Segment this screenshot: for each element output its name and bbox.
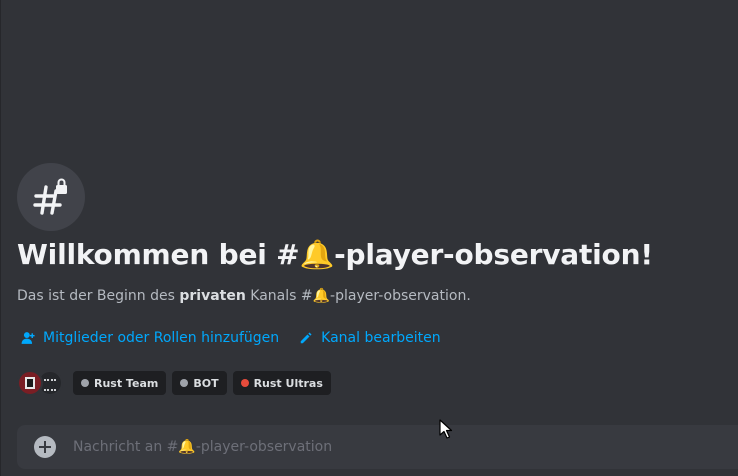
- role-pill-rust-ultras[interactable]: Rust Ultras: [232, 371, 331, 395]
- role-color-dot: [180, 379, 189, 387]
- welcome-title: Willkommen bei #🔔-player-observation!: [17, 238, 653, 271]
- welcome-subtitle-private: privaten: [179, 288, 246, 304]
- add-members-label: Mitglieder oder Rollen hinzufügen: [43, 330, 280, 346]
- role-name: Rust Team: [94, 376, 159, 390]
- edit-channel-label: Kanal bearbeiten: [321, 330, 441, 346]
- role-color-dot: [81, 379, 89, 387]
- pencil-icon: [300, 332, 312, 344]
- role-color-dot: [240, 379, 249, 387]
- avatar-2-image: [44, 379, 56, 391]
- role-name: Rust Ultras: [253, 376, 323, 390]
- role-pill-rust-team[interactable]: Rust Team: [73, 371, 167, 395]
- mouse-cursor-icon: [439, 419, 453, 439]
- welcome-subtitle-prefix: Das ist der Beginn des: [17, 288, 180, 304]
- add-members-button[interactable]: Mitglieder oder Rollen hinzufügen: [21, 330, 279, 346]
- welcome-subtitle-suffix: Kanals #🔔-player-observation.: [245, 288, 471, 304]
- welcome-subtitle: Das ist der Beginn des privaten Kanals #…: [17, 288, 471, 304]
- message-input[interactable]: [73, 436, 673, 458]
- private-channel-icon: [17, 163, 85, 231]
- role-pill-bot[interactable]: BOT: [172, 371, 227, 395]
- member-role-row: Rust Team BOT Rust Ultras: [17, 370, 331, 396]
- role-list: Rust Team BOT Rust Ultras: [73, 371, 331, 395]
- avatar-1-image: [25, 377, 35, 389]
- plus-icon: [39, 441, 51, 453]
- hash-lock-icon: [33, 178, 67, 215]
- window-edge: [0, 0, 1, 476]
- role-name: BOT: [193, 376, 219, 390]
- message-composer: [17, 425, 738, 469]
- channel-actions: Mitglieder oder Rollen hinzufügen Kanal …: [21, 330, 441, 346]
- edit-channel-button[interactable]: Kanal bearbeiten: [299, 330, 441, 346]
- member-avatar[interactable]: [17, 370, 43, 396]
- attach-plus-button[interactable]: [34, 436, 56, 458]
- person-add-icon: [21, 332, 35, 344]
